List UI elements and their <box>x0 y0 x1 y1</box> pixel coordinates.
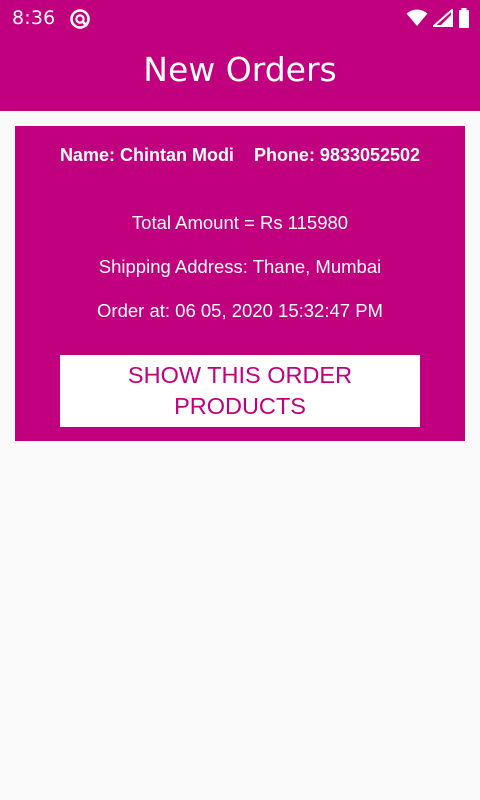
status-bar: 8:36 <box>0 0 480 36</box>
app-bar: New Orders <box>0 36 480 111</box>
notification-icon <box>69 8 91 30</box>
status-icons <box>406 7 470 32</box>
order-date: Order at: 06 05, 2020 15:32:47 PM <box>97 300 383 321</box>
customer-name: Name: Chintan Modi <box>59 145 234 165</box>
signal-icon <box>431 7 453 31</box>
order-card: Name: Chintan Modi Phone: 9833052502 Tot… <box>15 126 465 441</box>
wifi-icon <box>406 9 428 31</box>
show-order-products-button[interactable]: SHOW THIS ORDER PRODUCTS <box>60 355 420 427</box>
battery-icon <box>458 8 470 32</box>
show-order-products-label: SHOW THIS ORDER PRODUCTS <box>127 362 353 419</box>
page-title: New Orders <box>143 50 337 89</box>
order-card-header: Name: Chintan Modi Phone: 9833052502 <box>15 145 465 166</box>
status-time: 8:36 <box>12 7 56 29</box>
order-total: Total Amount = Rs 115980 <box>131 212 349 233</box>
customer-phone: Phone: 9833052502 <box>253 145 421 165</box>
shipping-address: Shipping Address: Thane, Mumbai <box>98 256 382 277</box>
